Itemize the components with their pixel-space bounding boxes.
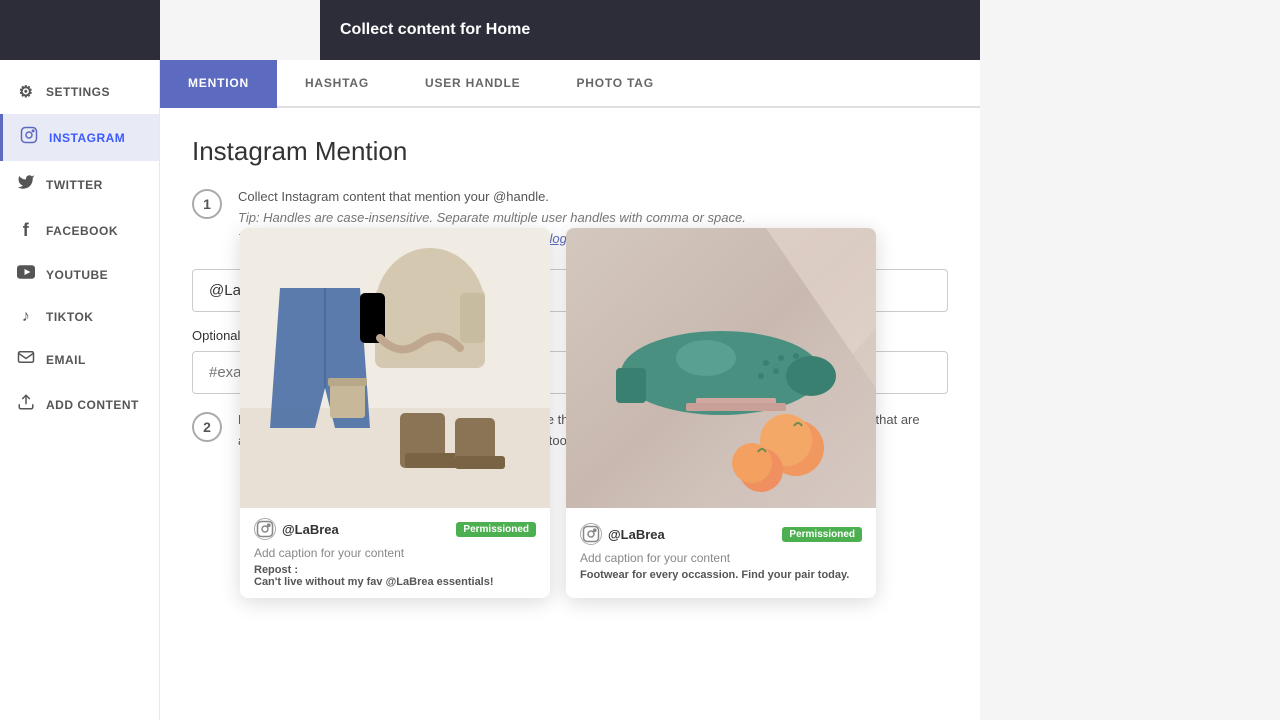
step-1-tip: Tip: Handles are case-insensitive. Separ… [238,208,746,229]
card-2-image [566,228,876,513]
step-1-number: 1 [192,189,222,219]
content-area: Instagram Mention 1 Collect Instagram co… [160,108,980,720]
tab-user-handle[interactable]: USER HANDLE [397,60,548,108]
page-title: Collect content for Home [340,21,530,39]
tabs-bar: MENTION HASHTAG USER HANDLE PHOTO TAG [160,60,980,108]
twitter-icon [16,173,36,196]
card-1-image [240,228,550,508]
section-title: Instagram Mention [192,136,948,167]
card-1-repost: Repost : Can't live without my fav @LaBr… [254,564,536,588]
card-2-badge: Permissioned [782,527,862,542]
tab-hashtag[interactable]: HASHTAG [277,60,397,108]
step-2-number: 2 [192,412,222,442]
right-panel [980,60,1280,720]
sidebar-item-email[interactable]: EMAIL [0,338,159,381]
card-1-caption-label: Add caption for your content [254,546,536,560]
sidebar-item-twitter[interactable]: TWITTER [0,161,159,208]
card-1: @LaBrea Permissioned Add caption for you… [240,228,550,598]
sidebar-item-add-content[interactable]: ADD CONTENT [0,381,159,428]
card-1-user-row: @LaBrea Permissioned [254,518,536,540]
card-1-username: @LaBrea [282,522,339,537]
sidebar: ⚙ SETTINGS INSTAGRAM TWITTER f F [0,60,160,720]
tiktok-icon: ♪ [16,308,36,326]
card-2-user-info: @LaBrea [580,523,665,545]
add-content-icon [16,393,36,416]
youtube-icon [16,265,36,284]
card-1-badge: Permissioned [456,522,536,537]
card-2-repost: Footwear for every occassion. Find your … [580,569,862,581]
tab-photo-tag[interactable]: PHOTO TAG [548,60,681,108]
card-1-user-info: @LaBrea [254,518,339,540]
cards-preview: @LaBrea Permissioned Add caption for you… [240,228,876,598]
card-2-footer: @LaBrea Permissioned Add caption for you… [566,513,876,591]
sidebar-item-facebook[interactable]: f FACEBOOK [0,208,159,253]
sidebar-item-tiktok[interactable]: ♪ TIKTOK [0,296,159,338]
card-1-avatar [254,518,276,540]
card-2-caption-label: Add caption for your content [580,551,862,565]
tab-mention[interactable]: MENTION [160,60,277,108]
email-icon [16,350,36,369]
sidebar-item-instagram[interactable]: INSTAGRAM [0,114,159,161]
card-2-username: @LaBrea [608,527,665,542]
settings-icon: ⚙ [16,82,36,102]
card-2-user-row: @LaBrea Permissioned [580,523,862,545]
sidebar-item-youtube[interactable]: YOUTUBE [0,253,159,296]
instagram-icon [19,126,39,149]
facebook-icon: f [16,220,36,241]
card-1-footer: @LaBrea Permissioned Add caption for you… [240,508,550,598]
step-1-line1: Collect Instagram content that mention y… [238,187,746,208]
sidebar-item-settings[interactable]: ⚙ SETTINGS [0,70,159,114]
card-2: @LaBrea Permissioned Add caption for you… [566,228,876,598]
main-content: MENTION HASHTAG USER HANDLE PHOTO TAG In… [160,60,980,720]
card-2-avatar [580,523,602,545]
